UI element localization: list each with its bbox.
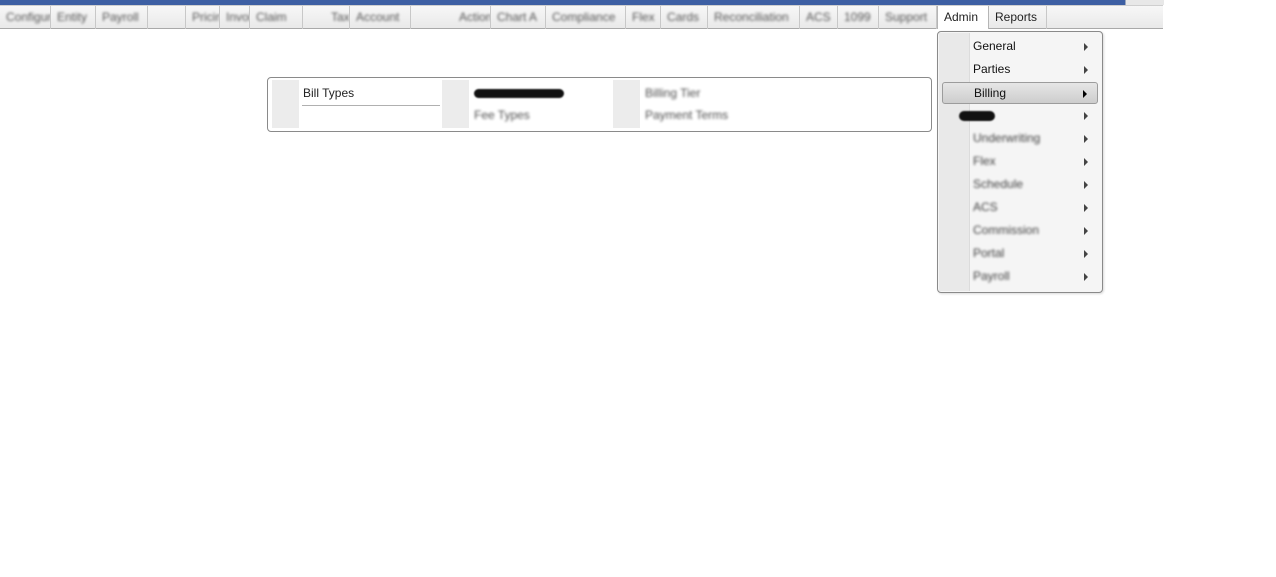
- admin-item-payroll[interactable]: Payroll: [942, 266, 1098, 288]
- menu-action[interactable]: Action: [411, 6, 491, 29]
- submenu-arrow-icon: [1084, 135, 1088, 143]
- redaction-mark: [474, 89, 564, 99]
- admin-item-schedule[interactable]: Schedule: [942, 174, 1098, 196]
- billing-submenu: Bill Types Fee Types Billing Tier Paymen…: [267, 77, 932, 132]
- redaction-mark: [959, 110, 995, 121]
- submenu-arrow-icon: [1084, 250, 1088, 258]
- admin-item-billing[interactable]: Billing: [942, 82, 1098, 104]
- menu-reports[interactable]: Reports: [989, 6, 1047, 29]
- menu-configure[interactable]: Configure: [0, 6, 51, 29]
- submenu-arrow-icon: [1084, 204, 1088, 212]
- submenu-item-billing-tier[interactable]: Billing Tier: [645, 84, 700, 104]
- menu-account[interactable]: Account: [350, 6, 411, 29]
- submenu-gutter: [272, 80, 299, 128]
- menu-chart[interactable]: Chart A: [491, 6, 546, 29]
- menu-tax[interactable]: Tax: [303, 6, 350, 29]
- menu-1099[interactable]: 1099: [838, 6, 879, 29]
- admin-item-commission[interactable]: Commission: [942, 220, 1098, 242]
- admin-item-flex[interactable]: Flex: [942, 151, 1098, 173]
- submenu-arrow-icon: [1084, 273, 1088, 281]
- admin-item-general[interactable]: General: [942, 36, 1098, 58]
- submenu-separator: [302, 105, 440, 106]
- admin-item-acs[interactable]: ACS: [942, 197, 1098, 219]
- menu-reconciliation[interactable]: Reconciliation: [708, 6, 800, 29]
- menu-flex[interactable]: Flex: [626, 6, 661, 29]
- submenu-arrow-icon: [1084, 66, 1088, 74]
- menu-blank[interactable]: [148, 6, 186, 29]
- menu-claim[interactable]: Claim: [250, 6, 303, 29]
- submenu-arrow-icon: [1083, 90, 1087, 98]
- submenu-gutter: [613, 80, 640, 128]
- menu-cards[interactable]: Cards: [661, 6, 708, 29]
- submenu-item-payment-terms[interactable]: Payment Terms: [645, 106, 728, 126]
- admin-item-portal[interactable]: Portal: [942, 243, 1098, 265]
- submenu-item-redacted[interactable]: [474, 84, 564, 104]
- menu-compliance[interactable]: Compliance: [546, 6, 626, 29]
- submenu-arrow-icon: [1084, 227, 1088, 235]
- admin-item-parties[interactable]: Parties: [942, 59, 1098, 81]
- submenu-gutter: [442, 80, 469, 128]
- admin-item-underwriting[interactable]: Underwriting: [942, 128, 1098, 150]
- submenu-arrow-icon: [1084, 158, 1088, 166]
- submenu-arrow-icon: [1084, 43, 1088, 51]
- admin-dropdown: General Parties Billing Underwriting Fle…: [937, 31, 1103, 293]
- admin-item-redacted[interactable]: [942, 105, 1098, 127]
- menu-acs[interactable]: ACS: [800, 6, 838, 29]
- main-menubar: Configure Entity Payroll Pricing Invoice…: [0, 5, 1163, 29]
- menu-pricing[interactable]: Pricing: [186, 6, 220, 29]
- submenu-item-bill-types[interactable]: Bill Types: [303, 84, 354, 104]
- submenu-item-fee-types[interactable]: Fee Types: [474, 106, 530, 126]
- menu-payroll[interactable]: Payroll: [96, 6, 148, 29]
- submenu-arrow-icon: [1084, 112, 1088, 120]
- menu-support[interactable]: Support: [879, 6, 937, 29]
- menu-entity[interactable]: Entity: [51, 6, 96, 29]
- menu-admin[interactable]: Admin: [937, 6, 989, 29]
- submenu-arrow-icon: [1084, 181, 1088, 189]
- menu-invoice[interactable]: Invoice: [220, 6, 250, 29]
